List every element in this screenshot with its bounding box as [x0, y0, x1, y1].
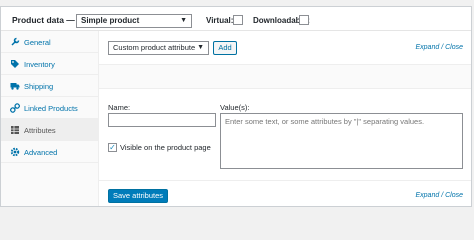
- tab-label: Advanced: [24, 148, 58, 157]
- divider: [99, 180, 471, 181]
- tab-attributes[interactable]: Attributes: [1, 119, 99, 141]
- tag-icon: [11, 60, 19, 68]
- values-placeholder: Enter some text, or some attributes by "…: [225, 117, 425, 126]
- link-separator: /: [441, 44, 444, 51]
- attributes-toolbar: Custom product attribute ▼ Add Expand / …: [99, 31, 471, 65]
- tab-label: Linked Products: [24, 104, 78, 113]
- close-link[interactable]: Close: [445, 44, 463, 51]
- expand-close-links: Expand / Close: [415, 44, 463, 51]
- tab-label: Shipping: [24, 82, 54, 91]
- table-icon: [11, 126, 19, 134]
- attribute-values-textarea[interactable]: Enter some text, or some attributes by "…: [220, 113, 463, 169]
- save-attributes-button[interactable]: Save attributes: [108, 189, 168, 203]
- chevron-down-icon: ▼: [197, 44, 204, 51]
- expand-link[interactable]: Expand: [415, 192, 439, 199]
- attribute-type-select[interactable]: Custom product attribute ▼: [108, 41, 209, 55]
- truck-icon: [10, 83, 20, 90]
- values-label: Value(s):: [220, 103, 250, 112]
- wrench-icon: [11, 37, 20, 46]
- visible-checkbox[interactable]: ✓: [108, 143, 117, 152]
- chevron-down-icon: ▼: [180, 17, 187, 24]
- product-type-select[interactable]: Simple product ▼: [76, 14, 192, 28]
- tab-general[interactable]: General: [1, 31, 99, 53]
- add-attribute-button[interactable]: Add: [213, 41, 237, 55]
- attribute-name-input[interactable]: [108, 113, 216, 127]
- tab-advanced[interactable]: Advanced: [1, 141, 99, 163]
- link-icon: [10, 103, 20, 113]
- gear-icon: [10, 147, 20, 157]
- downloadable-checkbox[interactable]: [299, 15, 309, 25]
- attribute-header-band: [99, 65, 471, 89]
- attribute-type-value: Custom product attribute: [113, 43, 196, 52]
- link-separator: /: [441, 192, 444, 199]
- attributes-panel: Custom product attribute ▼ Add Expand / …: [99, 31, 471, 206]
- close-link[interactable]: Close: [445, 192, 463, 199]
- expand-close-links-bottom: Expand / Close: [415, 192, 463, 199]
- virtual-checkbox[interactable]: [233, 15, 243, 25]
- expand-link[interactable]: Expand: [415, 44, 439, 51]
- product-type-value: Simple product: [81, 16, 140, 25]
- visible-label: Visible on the product page: [120, 143, 211, 152]
- panel-title: Product data —: [12, 15, 75, 25]
- name-label: Name:: [108, 103, 131, 112]
- tab-inventory[interactable]: Inventory: [1, 53, 99, 75]
- tab-linked-products[interactable]: Linked Products: [1, 97, 99, 119]
- panel-header: Product data — Simple product ▼ Virtual:…: [1, 7, 471, 31]
- tab-label: Attributes: [24, 126, 56, 135]
- tab-label: Inventory: [24, 60, 55, 69]
- product-data-tabs: General Inventory Shipping Linked Produc…: [1, 31, 99, 206]
- tab-label: General: [24, 38, 51, 47]
- virtual-label: Virtual:: [206, 16, 234, 25]
- product-data-panel: Product data — Simple product ▼ Virtual:…: [0, 6, 472, 207]
- tab-shipping[interactable]: Shipping: [1, 75, 99, 97]
